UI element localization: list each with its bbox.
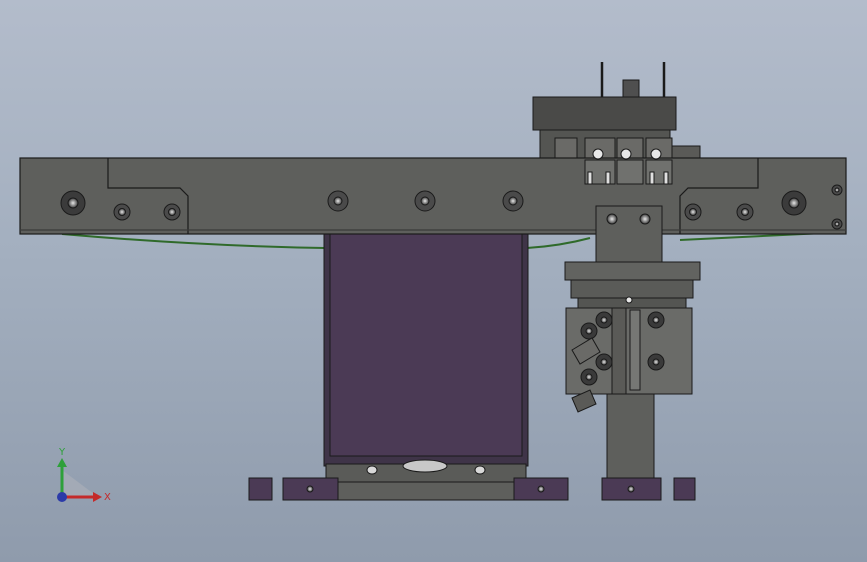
y-axis-label: Y — [58, 447, 66, 458]
x-axis-label: X — [104, 492, 111, 503]
y-arrow-head — [57, 458, 67, 467]
lift-unit — [564, 205, 701, 479]
top-block — [532, 96, 677, 131]
gripper-fingers — [584, 148, 673, 185]
z-axis-dot — [57, 492, 67, 502]
cad-viewport[interactable]: Y X — [0, 0, 867, 562]
coordinate-triad: Y X — [57, 447, 111, 503]
top-fixture — [532, 62, 701, 169]
lift-plate — [564, 261, 701, 281]
lift-column — [606, 393, 655, 479]
lift-bracket — [595, 205, 663, 265]
assembly-drawing: Y X — [19, 62, 847, 503]
top-connector — [622, 79, 640, 98]
x-arrow-head — [93, 492, 102, 502]
motor-body — [329, 233, 523, 457]
motor — [323, 230, 529, 485]
